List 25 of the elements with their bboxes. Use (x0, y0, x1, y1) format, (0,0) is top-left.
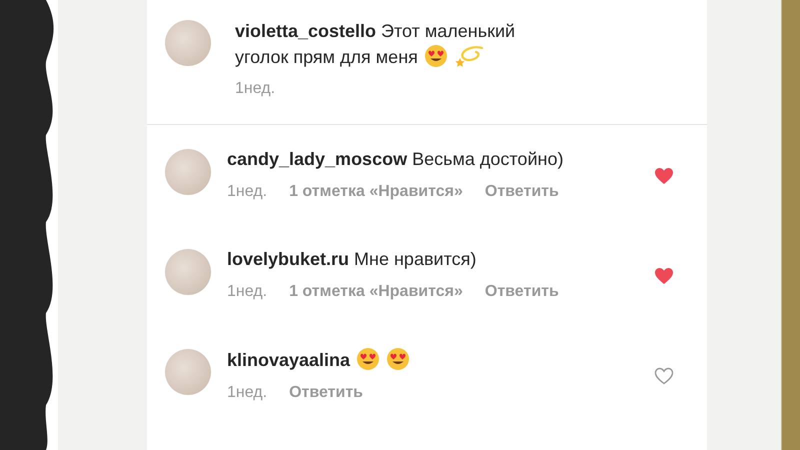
heart-outline-icon[interactable] (654, 367, 674, 385)
reply-link[interactable]: Ответить (289, 384, 363, 402)
heart-eyes-emoji-icon (356, 347, 380, 371)
comment-text: уголок прям для меня (235, 47, 418, 67)
reply-link[interactable]: Ответить (484, 183, 559, 201)
filled-heart-icon[interactable] (654, 167, 674, 185)
comment-text: violetta_costello Этот маленький (235, 21, 516, 41)
likes-count-link[interactable]: 1 отметка «Нравится» (289, 183, 463, 201)
filled-heart-icon[interactable] (654, 267, 674, 285)
comment-text: klinovayaalina (227, 350, 350, 370)
comment-time: 1нед. (235, 80, 276, 98)
comment-time: 1нед. (227, 283, 268, 301)
comment-text: lovelybuket.ru Мне нравится) (227, 249, 476, 269)
comment-time: 1нед. (227, 384, 268, 402)
heart-eyes-emoji-icon (386, 347, 410, 371)
reply-link[interactable]: Ответить (484, 283, 559, 301)
avatar-photo-placeholder[interactable] (165, 20, 211, 66)
avatar-photo-placeholder[interactable] (165, 349, 211, 395)
dizzy-star-emoji-icon (454, 44, 484, 68)
comment-text: candy_lady_moscow Весьма достойно) (227, 149, 564, 169)
avatar-photo-placeholder[interactable] (165, 249, 211, 295)
likes-count-link[interactable]: 1 отметка «Нравится» (289, 283, 463, 301)
comment-time: 1нед. (227, 183, 268, 201)
avatar-photo-placeholder[interactable] (165, 149, 211, 195)
heart-eyes-emoji-icon (424, 44, 448, 68)
